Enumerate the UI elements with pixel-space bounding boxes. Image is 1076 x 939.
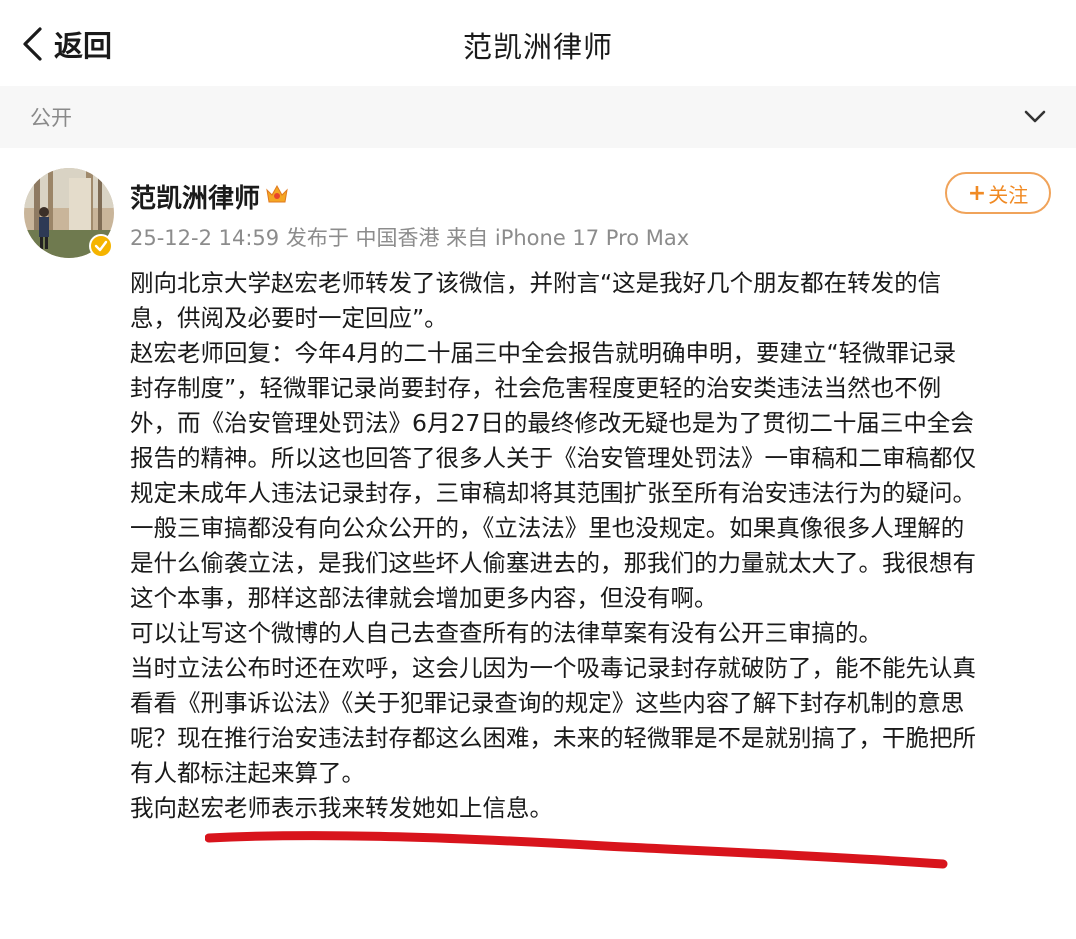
post-line: 看看《刑事诉讼法》《关于犯罪记录查询的规定》这些内容了解下封存机制的意思 [130,689,965,717]
post-line: 息，供阅及必要时一定回应”。 [130,304,448,332]
crown-icon [266,184,288,203]
post-line: 呢？现在推行治安违法封存都这么困难，未来的轻微罪是不是就别搞了，干脆把所 [130,724,976,752]
post-line: 刚向北京大学赵宏老师转发了该微信，并附言“这是我好几个朋友都在转发的信 [130,269,942,297]
author-name[interactable]: 范凯洲律师 [130,178,260,215]
post-line: 是什么偷袭立法，是我们这些坏人偷塞进去的，那我们的力量就太大了。我很想有 [130,549,976,577]
post-body: 刚向北京大学赵宏老师转发了该微信，并附言“这是我好几个朋友都在转发的信 息，供阅… [130,266,1060,826]
post-line: 赵宏老师回复：今年4月的二十届三中全会报告就明确申明，要建立“轻微罪记录 [130,339,957,367]
chevron-down-icon[interactable] [1022,104,1048,130]
post-line: 报告的精神。所以这也回答了很多人关于《治安管理处罚法》一审稿和二审稿都仅 [130,444,976,472]
post-line: 这个本事，那样这部法律就会增加更多内容，但没有啊。 [130,584,718,612]
visibility-label: 公开 [30,106,72,130]
follow-button[interactable]: + 关注 [945,172,1051,214]
top-nav-bar: 返回 范凯洲律师 [0,0,1076,87]
post-line: 规定未成年人违法记录封存，三审稿却将其范围扩张至所有治安违法行为的疑问。 [130,479,976,507]
post-line: 可以让写这个微博的人自己去查查所有的法律草案有没有公开三审搞的。 [130,619,882,647]
follow-label: 关注 [988,182,1029,207]
post-line: 当时立法公布时还在欢呼，这会儿因为一个吸毒记录封存就破防了，能不能先认真 [130,654,976,682]
post-line: 有人都标注起来算了。 [130,759,365,787]
verified-badge-icon [89,234,113,258]
post-meta: 25-12-2 14:59 发布于 中国香港 来自 iPhone 17 Pro … [130,226,690,250]
visibility-bar[interactable]: 公开 [0,86,1076,148]
post-line: 一般三审搞都没有向公众公开的，《立法法》里也没规定。如果真像很多人理解的 [130,514,965,542]
weibo-post-page: 返回 范凯洲律师 公开 范凯洲律师 25-12-2 14:59 发布于 中国香港… [0,0,1076,939]
plus-icon: + [967,180,987,206]
post-line: 封存制度”，轻微罪记录尚要封存，社会危害程度更轻的治安类违法当然也不例 [130,374,942,402]
post-line: 外，而《治安管理处罚法》6月27日的最终修改无疑也是为了贯彻二十届三中全会 [130,409,974,437]
page-title: 范凯洲律师 [462,30,613,64]
post-line: 我向赵宏老师表示我来转发她如上信息。 [130,794,553,822]
